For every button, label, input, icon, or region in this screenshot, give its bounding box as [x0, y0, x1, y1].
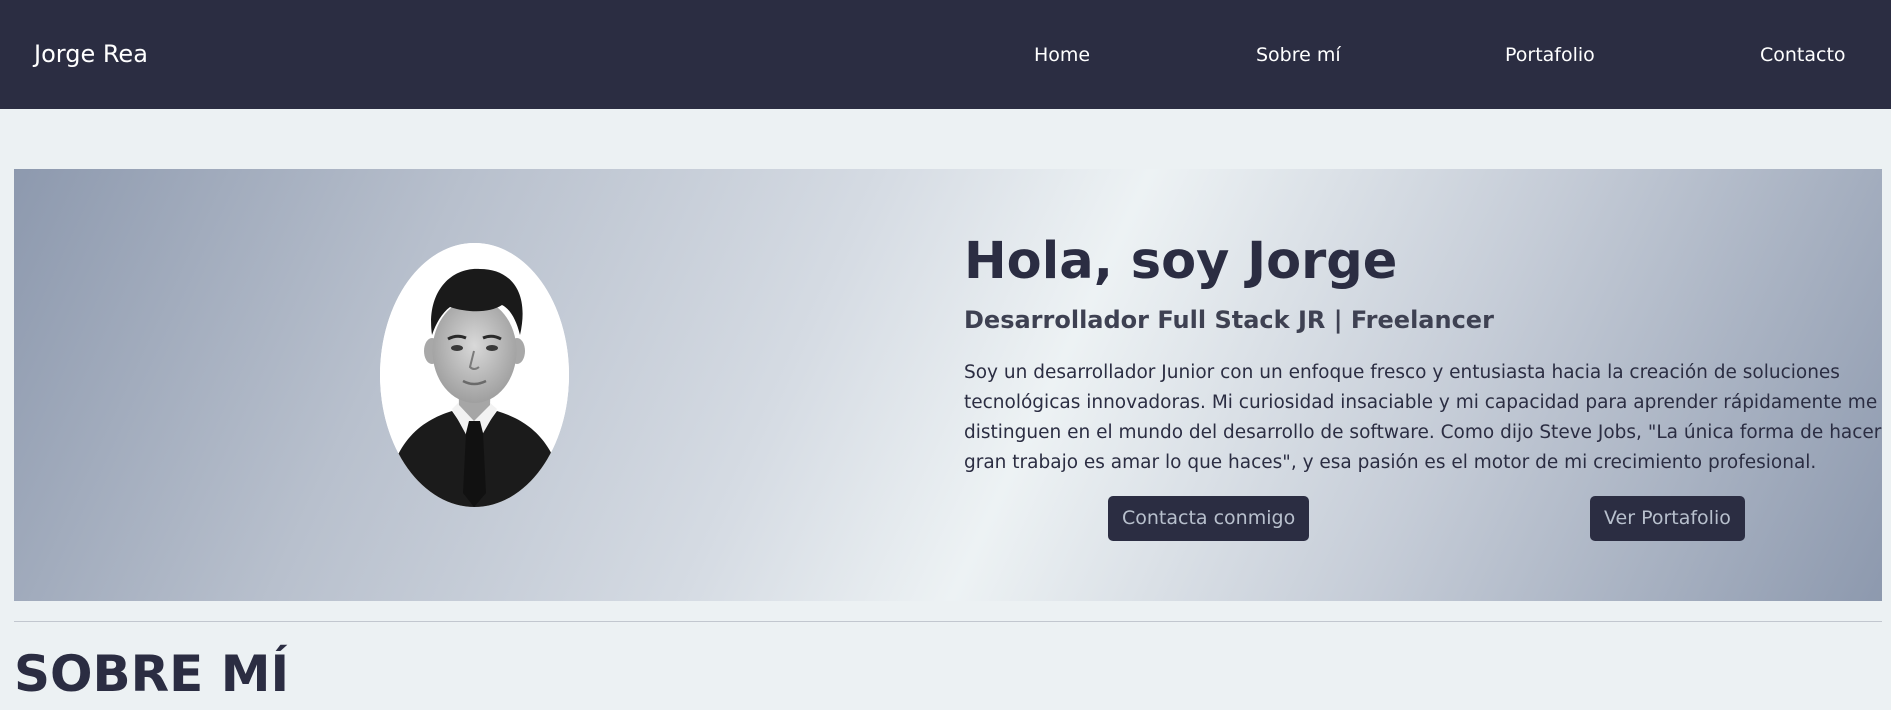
hero-description-line: gran trabajo es amar lo que haces", y es… — [964, 452, 1817, 473]
nav-link-portafolio[interactable]: Portafolio — [1505, 43, 1595, 67]
brand-link[interactable]: Jorge Rea — [34, 38, 148, 70]
nav-link-contacto[interactable]: Contacto — [1760, 43, 1846, 67]
navbar: Jorge Rea Home Sobre mí Portafolio Conta… — [0, 0, 1891, 109]
section-divider — [14, 621, 1882, 622]
nav-link-sobre-mi[interactable]: Sobre mí — [1256, 43, 1341, 67]
hero-description-line: tecnológicas innovadoras. Mi curiosidad … — [964, 392, 1878, 413]
hero-description: Soy un desarrollador Junior con un enfoq… — [964, 358, 1882, 478]
person-portrait-icon — [380, 243, 569, 507]
hero-title: Hola, soy Jorge — [964, 232, 1398, 291]
hero-description-line: distinguen en el mundo del desarrollo de… — [964, 422, 1882, 443]
hero-section: Hola, soy Jorge Desarrollador Full Stack… — [14, 169, 1882, 601]
profile-photo — [380, 243, 569, 507]
about-section-title: SOBRE MÍ — [14, 645, 290, 703]
hero-subtitle: Desarrollador Full Stack JR | Freelancer — [964, 306, 1494, 334]
view-portfolio-button[interactable]: Ver Portafolio — [1590, 496, 1745, 541]
contact-button[interactable]: Contacta conmigo — [1108, 496, 1310, 541]
nav-link-home[interactable]: Home — [1034, 43, 1090, 67]
hero-description-line: Soy un desarrollador Junior con un enfoq… — [964, 362, 1840, 383]
